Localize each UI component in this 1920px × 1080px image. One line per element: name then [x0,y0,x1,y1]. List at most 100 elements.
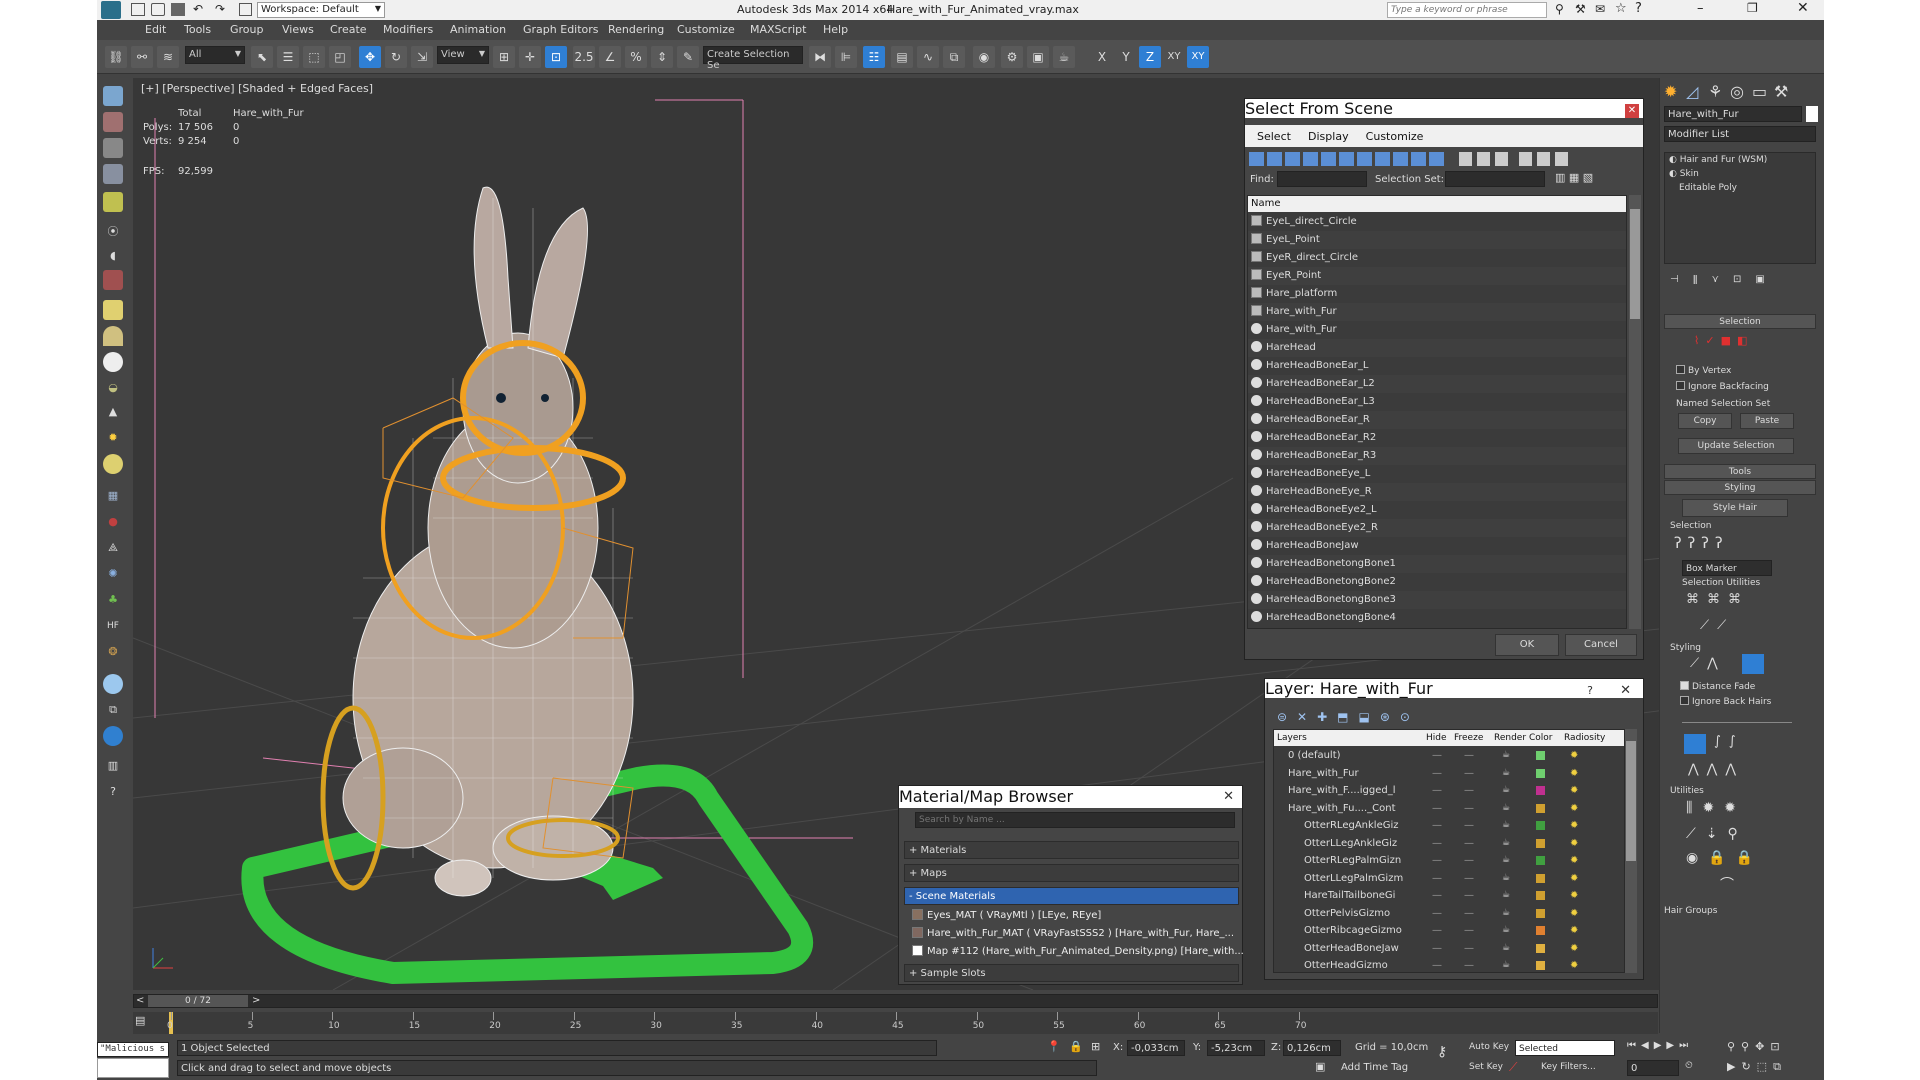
scene-object-row[interactable]: EyeR_Point [1248,267,1626,285]
omni-light-icon[interactable] [103,454,123,474]
add-time-tag[interactable]: Add Time Tag [1341,1062,1408,1073]
select-and-rotate-icon[interactable]: ↻ [385,46,407,68]
utility-icon-arc[interactable]: ⌒ [1720,874,1734,894]
by-vertex-checkbox[interactable]: By Vertex [1676,365,1731,376]
style-hair-button[interactable]: Style Hair [1682,499,1788,517]
hide-toggle[interactable]: — [1432,747,1442,764]
dome-icon[interactable] [103,326,123,346]
hide-toggle[interactable]: — [1432,765,1442,782]
header-color[interactable]: Color [1529,730,1553,746]
scene-object-row[interactable]: EyeR_direct_Circle [1248,249,1626,267]
menu-rendering[interactable]: Rendering [608,20,664,39]
scene-object-row[interactable]: HareHeadBoneEar_L3 [1248,393,1626,411]
close-icon[interactable]: ✕ [1223,789,1234,804]
selection-filter-dropdown[interactable]: All ▼ [185,46,245,64]
layer-color-swatch[interactable] [1536,838,1545,848]
mirror-icon[interactable]: ⧓ [809,46,831,68]
light-bulb-icon[interactable]: ◐ [1669,155,1677,165]
named-selection-set-dropdown[interactable]: Create Selection Se [703,46,803,71]
scene-object-row[interactable]: EyeL_Point [1248,231,1626,249]
scene-object-row[interactable]: HareHeadBoneEar_L2 [1248,375,1626,393]
bind-space-warp-icon[interactable]: ≋ [157,46,179,68]
scene-object-row[interactable]: EyeL_direct_Circle [1248,213,1626,231]
teapot-icon[interactable] [103,86,123,106]
layer-color-swatch[interactable] [1536,786,1545,795]
radiosity-icon[interactable]: ✹ [1570,852,1578,869]
manipulate-icon[interactable]: ✛ [519,46,541,68]
viewport-navigation-icons[interactable]: ⚲⚲✥⊡ [1727,1040,1786,1053]
scene-object-row[interactable]: HareHeadBoneEar_R2 [1248,429,1626,447]
save-icon[interactable] [171,3,185,16]
hair-selection-icons[interactable]: ʔʔʔʔ [1674,534,1729,552]
axis-y-icon[interactable]: Y [1115,46,1137,68]
axis-z-icon[interactable]: Z [1139,46,1161,68]
grid-icon[interactable] [103,164,123,184]
restore-icon[interactable]: ❐ [1747,1,1758,15]
ignore-back-hairs-checkbox[interactable]: Ignore Back Hairs [1680,696,1771,707]
distance-fade-checkbox[interactable]: Distance Fade [1680,681,1755,692]
mini-curve-editor-icon[interactable]: ▤ [135,1014,149,1028]
undo-icon[interactable]: ↶ [193,2,203,16]
render-teapot-icon[interactable]: ☕ [1502,835,1510,852]
layer-toolbar-icons[interactable]: ⊜✕✚⬒⬓⊛⊙ [1277,710,1420,724]
scene-object-row[interactable]: HareHeadBoneEye_R [1248,483,1626,501]
stack-item-skin[interactable]: ◐ Skin [1669,169,1699,179]
selection-utility-icons-2[interactable]: ⟋⟋ [1700,618,1734,633]
header-freeze[interactable]: Freeze [1454,730,1483,746]
freeze-toggle[interactable]: — [1464,835,1474,852]
freeze-toggle[interactable]: — [1464,870,1474,887]
menu-maxscript[interactable]: MAXScript [750,20,806,39]
layer-row[interactable]: OtterLLegAnkleGiz — — ☕ ✹ [1274,835,1624,852]
header-hide[interactable]: Hide [1426,730,1447,746]
time-slider[interactable]: < 0 / 72 > [133,994,1658,1008]
key-filters-button[interactable]: Key Filters... [1541,1062,1596,1072]
hide-toggle[interactable]: — [1432,852,1442,869]
hatch-icon[interactable]: ▦ [103,486,123,506]
selection-rollout[interactable]: Selection [1664,314,1816,329]
radiosity-icon[interactable]: ✹ [1570,887,1578,904]
scene-object-row[interactable]: HareHeadBonetongBone2 [1248,573,1626,591]
scene-object-row[interactable]: HareHeadBoneEar_R3 [1248,447,1626,465]
calculator-icon[interactable]: ▥ [103,756,123,776]
freeze-toggle[interactable]: — [1464,940,1474,957]
modifier-list-dropdown[interactable]: Modifier List [1664,126,1816,142]
toggle-ribbon-icon[interactable]: ▤ [891,46,913,68]
utilities-tab-icon[interactable]: ⚒ [1774,82,1788,101]
render-teapot-icon[interactable]: ☕ [1502,765,1510,782]
hide-toggle[interactable]: — [1432,922,1442,939]
layer-explorer-icon[interactable]: ☷ [863,46,885,68]
radiosity-icon[interactable]: ✹ [1570,817,1578,834]
freeze-toggle[interactable]: — [1464,782,1474,799]
scene-object-row[interactable]: HareHeadBoneEye2_L [1248,501,1626,519]
hare-mesh[interactable] [342,186,634,897]
axis-xy-icon[interactable]: XY [1163,46,1185,68]
layer-scrollbar[interactable] [1625,729,1637,973]
edit-named-selection-icon[interactable]: ✎ [677,46,699,68]
menu-tools[interactable]: Tools [184,20,211,39]
freeze-toggle[interactable]: — [1464,747,1474,764]
render-teapot-icon[interactable]: ☕ [1502,887,1510,904]
render-teapot-icon[interactable]: ☕ [1502,922,1510,939]
rectangular-selection-icon[interactable]: ⬚ [303,46,325,68]
favorites-icon[interactable]: ☆ [1615,1,1627,16]
render-teapot-icon[interactable]: ☕ [1502,852,1510,869]
globe-icon[interactable] [103,674,123,694]
render-teapot-icon[interactable]: ☕ [1502,747,1510,764]
layer-color-swatch[interactable] [1536,943,1545,953]
styling-rollout[interactable]: Styling [1664,480,1816,495]
sphere-primitive-icon[interactable] [103,352,123,372]
tools-rollout[interactable]: Tools [1664,464,1816,479]
communication-icon[interactable]: ✉ [1595,2,1605,16]
layer-row[interactable]: Hare_with_F....igged_l — — ☕ ✹ [1274,782,1624,799]
radiosity-icon[interactable]: ✹ [1570,905,1578,922]
object-color-swatch[interactable] [1806,106,1818,122]
close-icon[interactable]: ✕ [1625,104,1639,118]
project-folder-icon[interactable] [239,3,252,16]
time-configuration-icon[interactable]: ⏲ [1685,1060,1693,1071]
stack-item-hair-fur[interactable]: ◐ Hair and Fur (WSM) [1669,155,1767,165]
maxscript-listener[interactable]: "Malicious s [97,1042,169,1057]
styling-tool-icons-2[interactable]: ⋀⋀⋀ [1688,762,1744,777]
layer-row[interactable]: 0 (default) — — ☕ ✹ [1274,747,1624,764]
layer-color-swatch[interactable] [1536,751,1545,760]
stack-tool-icons[interactable]: ⊣ǁ⋎⊡▣ [1670,274,1779,285]
